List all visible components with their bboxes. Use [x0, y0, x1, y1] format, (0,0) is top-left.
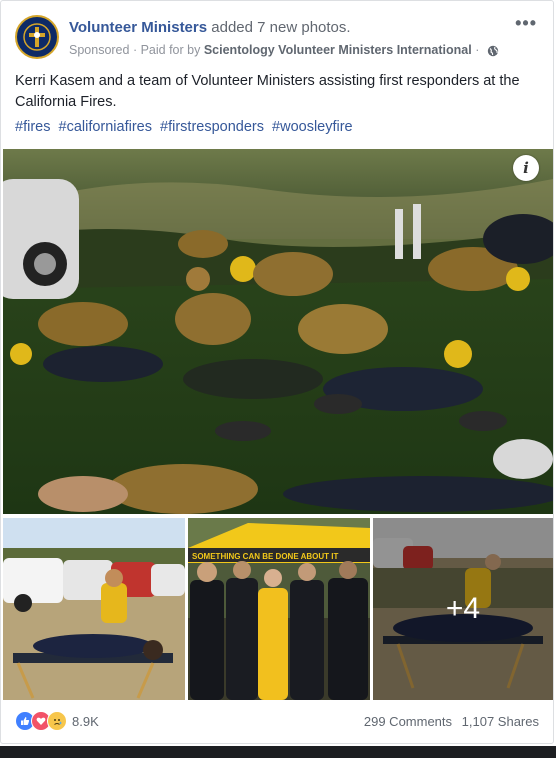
post-header: Volunteer Ministers added 7 new photos.: [69, 19, 351, 36]
meta-separator: ·: [132, 43, 141, 57]
sponsored-post-card: Volunteer Ministers added 7 new photos. …: [0, 0, 554, 744]
hashtag-list: #fires #californiafires #firstresponders…: [15, 119, 357, 135]
main-photo[interactable]: i: [3, 149, 553, 514]
hashtag-link[interactable]: #firstresponders: [160, 119, 264, 135]
reaction-count: 8.9K: [72, 713, 99, 729]
photo-count-link[interactable]: 7 new photos.: [257, 19, 350, 36]
more-options-button[interactable]: •••: [515, 13, 537, 34]
shares-link[interactable]: 1,107 Shares: [462, 714, 539, 729]
paid-for-prefix: Paid for by: [140, 43, 201, 57]
page-avatar[interactable]: [15, 15, 59, 59]
hashtag-link[interactable]: #woosleyfire: [272, 119, 353, 135]
sponsored-label[interactable]: Sponsored: [69, 43, 129, 57]
hashtag-link[interactable]: #californiafires: [59, 119, 153, 135]
more-photos-overlay[interactable]: +4: [373, 518, 553, 700]
photo-thumbnail-more[interactable]: +4: [373, 518, 553, 700]
page-name-link[interactable]: Volunteer Ministers: [69, 19, 207, 36]
bottom-edge: [0, 746, 556, 758]
post-body-text: Kerri Kasem and a team of Volunteer Mini…: [15, 73, 520, 110]
sad-icon: [47, 711, 67, 731]
post-action-text: added: [211, 19, 253, 36]
post-meta: Sponsored · Paid for by Scientology Volu…: [69, 43, 499, 57]
info-button[interactable]: i: [513, 155, 539, 181]
massage-table-image: [3, 518, 185, 700]
engagement-stats: 299 Comments 1,107 Shares: [358, 714, 539, 729]
cross-logo-icon: [23, 23, 51, 51]
photo-thumbnail[interactable]: SOMETHING CAN BE DONE ABOUT IT: [188, 518, 370, 700]
firefighters-resting-image: [3, 149, 553, 514]
hashtag-link[interactable]: #fires: [15, 119, 50, 135]
banner-text: SOMETHING CAN BE DONE ABOUT IT: [192, 552, 338, 561]
photo-thumbnail[interactable]: [3, 518, 185, 700]
payer-name: Scientology Volunteer Ministers Internat…: [203, 43, 472, 57]
comments-link[interactable]: 299 Comments: [364, 714, 452, 729]
meta-separator: ·: [475, 43, 483, 57]
group-photo-image: SOMETHING CAN BE DONE ABOUT IT: [188, 518, 370, 700]
reactions-summary[interactable]: 8.9K: [15, 711, 99, 731]
globe-icon[interactable]: [487, 45, 499, 57]
